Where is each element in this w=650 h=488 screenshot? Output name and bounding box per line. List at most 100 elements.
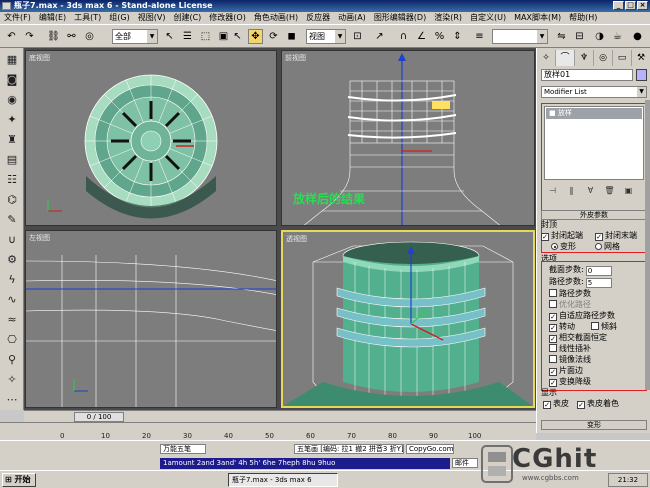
- menu-modifiers[interactable]: 修改器(O): [205, 12, 250, 24]
- named-selection-sets-dropdown[interactable]: ▼: [492, 29, 548, 44]
- menu-character[interactable]: 角色动画(H): [250, 12, 302, 24]
- cap-end-checkbox[interactable]: ✓ 封闭末端: [595, 231, 637, 241]
- tab-create-icon[interactable]: ✧: [537, 50, 556, 66]
- quick-render-button[interactable]: ●: [630, 29, 645, 44]
- tool-pen-icon[interactable]: ✎: [4, 212, 20, 228]
- viewport-left[interactable]: 左视图: [25, 230, 277, 408]
- start-button[interactable]: ⊞ 开始: [2, 473, 36, 487]
- rect-selection-button[interactable]: ⬚: [198, 29, 213, 44]
- ref-coord-dropdown[interactable]: 视图 ▼: [306, 29, 346, 44]
- skin-parameters-rollout[interactable]: 外皮参数: [541, 210, 647, 220]
- menu-rendering[interactable]: 渲染(R): [430, 12, 466, 24]
- menu-animation[interactable]: 动画(A): [334, 12, 370, 24]
- time-slider[interactable]: 0 / 100: [74, 412, 124, 422]
- rotate-button[interactable]: ⟳: [266, 29, 281, 44]
- tool-curve-icon[interactable]: ∿: [4, 292, 20, 308]
- deformations-rollout[interactable]: 变形: [541, 420, 647, 430]
- tab-utilities-icon[interactable]: ⚒: [632, 50, 650, 66]
- object-name-field[interactable]: 放样01: [541, 69, 633, 81]
- move-button[interactable]: ✥: [248, 29, 263, 44]
- selection-filter-dropdown[interactable]: 全部 ▼: [112, 29, 158, 44]
- scale-button[interactable]: ◼: [284, 29, 299, 44]
- tool-magnet-icon[interactable]: ∪: [4, 232, 20, 248]
- menu-graph-editors[interactable]: 图形编辑器(D): [370, 12, 430, 24]
- tool-bolt-icon[interactable]: ϟ: [4, 272, 20, 288]
- minimize-button[interactable]: _: [613, 1, 624, 10]
- select-link-button[interactable]: ⛓: [46, 29, 61, 44]
- menu-views[interactable]: 视图(V): [134, 12, 170, 24]
- tab-motion-icon[interactable]: ◎: [594, 50, 613, 66]
- tab-display-icon[interactable]: ▭: [613, 50, 632, 66]
- main-toolbar: ↶ ↷ ⛓ ⚯ ◎ 全部 ▼ ↖ ☰ ⬚ ▣ ↖ ✥ ⟳ ◼ 视图 ▼ ⊡ ↗ ∩ …: [0, 24, 650, 48]
- tool-tube-icon[interactable]: ◙: [4, 72, 20, 88]
- skin-shaded-checkbox[interactable]: ✓ 表皮着色: [577, 399, 619, 409]
- spinner-snap-button[interactable]: ⇕: [450, 29, 465, 44]
- checkbox-checked: ✓: [541, 233, 549, 241]
- undo-button[interactable]: ↶: [4, 29, 19, 44]
- cap-start-checkbox[interactable]: ✓ 封闭起端: [541, 231, 583, 241]
- grid-radio[interactable]: 网格: [595, 242, 620, 252]
- tool-box-icon[interactable]: ▦: [4, 52, 20, 68]
- align-button[interactable]: ⊟: [572, 29, 587, 44]
- show-end-result-icon[interactable]: ‖: [563, 184, 580, 198]
- tool-layers-icon[interactable]: ☷: [4, 172, 20, 188]
- tool-light-icon[interactable]: ✧: [4, 372, 20, 388]
- menu-group[interactable]: 组(G): [105, 12, 133, 24]
- tool-bone-icon[interactable]: ⚲: [4, 352, 20, 368]
- taskbar-item-3dsmax[interactable]: 瓶子7.max - 3ds max 6: [228, 473, 338, 487]
- make-unique-icon[interactable]: ∀: [582, 184, 599, 198]
- tool-star-icon[interactable]: ✦: [4, 112, 20, 128]
- material-editor-button[interactable]: ◑: [592, 29, 607, 44]
- menu-reactor[interactable]: 反应器: [302, 12, 334, 24]
- tab-hierarchy-icon[interactable]: ♆: [575, 50, 594, 66]
- object-color-swatch[interactable]: [636, 69, 647, 81]
- maximize-button[interactable]: □: [625, 1, 636, 10]
- morph-radio[interactable]: 变形: [551, 242, 576, 252]
- percent-snap-button[interactable]: %: [432, 29, 447, 44]
- snap-toggle-button[interactable]: ∩: [396, 29, 411, 44]
- tool-more-icon[interactable]: ⋯: [4, 392, 20, 408]
- select-manipulate-button[interactable]: ↗: [372, 29, 387, 44]
- select-object-button[interactable]: ↖: [162, 29, 177, 44]
- command-panel-scrollbar[interactable]: [645, 100, 650, 390]
- bind-space-warp-button[interactable]: ◎: [82, 29, 97, 44]
- menu-help[interactable]: 帮助(H): [565, 12, 601, 24]
- pin-stack-icon[interactable]: ⊣: [544, 184, 561, 198]
- configure-sets-icon[interactable]: ▣: [620, 184, 637, 198]
- select-by-name-button[interactable]: ☰: [180, 29, 195, 44]
- select-move-button[interactable]: ↖: [230, 29, 245, 44]
- menu-create[interactable]: 创建(C): [169, 12, 205, 24]
- menu-edit[interactable]: 编辑(E): [35, 12, 70, 24]
- menu-customize[interactable]: 自定义(U): [466, 12, 510, 24]
- checkbox-checked: ✓: [577, 401, 585, 409]
- ime-candidate-bar[interactable]: 1amount 2and 3and' 4h 5h' 6he 7heph 8hu …: [160, 458, 450, 469]
- tool-camera-icon[interactable]: ⎔: [4, 332, 20, 348]
- mirror-button[interactable]: ⇋: [554, 29, 569, 44]
- viewport-perspective[interactable]: 透视图: [281, 230, 535, 408]
- tab-modify-icon[interactable]: ⌒: [556, 50, 575, 66]
- tool-cylinder-icon[interactable]: ⌬: [4, 192, 20, 208]
- pivot-center-button[interactable]: ⊡: [350, 29, 365, 44]
- remove-modifier-icon[interactable]: 🗑: [601, 184, 618, 198]
- stack-item-loft[interactable]: ■ 放样: [546, 108, 642, 119]
- redo-button[interactable]: ↷: [22, 29, 37, 44]
- tool-grid-icon[interactable]: ▤: [4, 152, 20, 168]
- named-selection-button[interactable]: ≡: [472, 29, 487, 44]
- tool-figure-icon[interactable]: ♜: [4, 132, 20, 148]
- unlink-button[interactable]: ⚯: [64, 29, 79, 44]
- track-bar[interactable]: 0 10 20 30 40 50 60 70 80 90 100: [0, 422, 536, 440]
- window-crossing-button[interactable]: ▣: [216, 29, 231, 44]
- tool-torus-icon[interactable]: ◉: [4, 92, 20, 108]
- modifier-list-dropdown[interactable]: Modifier List ▼: [541, 86, 647, 98]
- menu-file[interactable]: 文件(F): [0, 12, 35, 24]
- tool-wave-icon[interactable]: ≈: [4, 312, 20, 328]
- skin-checkbox[interactable]: ✓ 表皮: [543, 399, 569, 409]
- tool-gear-icon[interactable]: ⚙: [4, 252, 20, 268]
- ime-site-field: CopyGo.com: [406, 444, 454, 454]
- menu-maxscript[interactable]: MAX脚本(M): [510, 12, 565, 24]
- close-button[interactable]: ×: [637, 1, 648, 10]
- angle-snap-button[interactable]: ∠: [414, 29, 429, 44]
- render-scene-button[interactable]: ☕: [610, 29, 625, 44]
- menu-tools[interactable]: 工具(T): [70, 12, 105, 24]
- viewport-bottom[interactable]: 底视图: [25, 50, 277, 226]
